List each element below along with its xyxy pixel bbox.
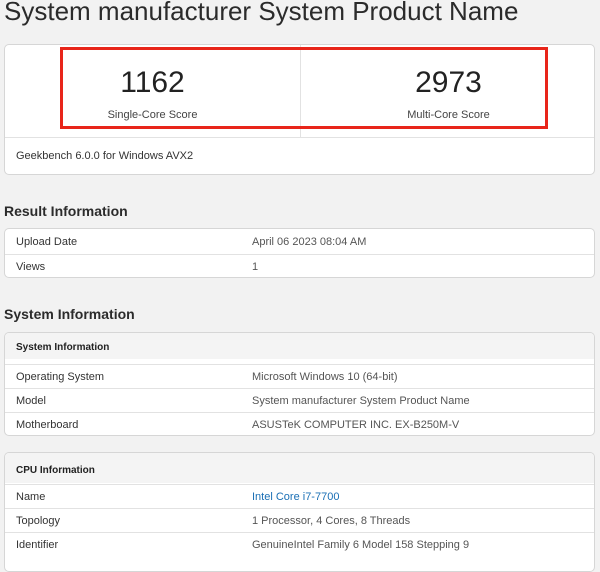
row-value: 1 Processor, 4 Cores, 8 Threads: [252, 515, 411, 527]
row-value: Microsoft Windows 10 (64-bit): [252, 371, 398, 383]
table-row: Upload Date April 06 2023 08:04 AM: [5, 230, 594, 254]
cpu-information-card: CPU Information Name Intel Core i7-7700 …: [4, 452, 595, 572]
benchmark-version: Geekbench 6.0.0 for Windows AVX2: [16, 150, 194, 162]
single-core-score-label: Single-Core Score: [107, 109, 198, 121]
system-information-heading: System Information: [4, 306, 135, 322]
system-information-subheader: System Information: [5, 333, 594, 359]
system-information-card: System Information Operating System Micr…: [4, 332, 595, 436]
multi-core-score: 2973 Multi-Core Score: [301, 45, 594, 137]
row-value: System manufacturer System Product Name: [252, 395, 470, 407]
row-value: 1: [252, 261, 259, 273]
single-core-score: 1162 Single-Core Score: [5, 45, 301, 137]
multi-core-score-label: Multi-Core Score: [407, 109, 490, 121]
row-value: April 06 2023 08:04 AM: [252, 236, 367, 248]
table-row: Identifier GenuineIntel Family 6 Model 1…: [5, 532, 594, 557]
page-title: System manufacturer System Product Name: [4, 0, 519, 26]
table-row: Views 1: [5, 254, 594, 277]
row-value: ASUSTeK COMPUTER INC. EX-B250M-V: [252, 419, 460, 431]
table-row: Name Intel Core i7-7700: [5, 484, 594, 509]
row-key: Name: [16, 491, 46, 503]
cpu-name-link[interactable]: Intel Core i7-7700: [252, 491, 339, 503]
row-key: Views: [16, 261, 46, 273]
table-row: Operating System Microsoft Windows 10 (6…: [5, 364, 594, 389]
row-key: Model: [16, 395, 46, 407]
row-key: Upload Date: [16, 236, 78, 248]
score-card: 1162 Single-Core Score 2973 Multi-Core S…: [4, 44, 595, 175]
score-row: 1162 Single-Core Score 2973 Multi-Core S…: [5, 45, 594, 138]
row-key: Operating System: [16, 371, 105, 383]
table-row: Motherboard ASUSTeK COMPUTER INC. EX-B25…: [5, 412, 594, 435]
row-key: Identifier: [16, 539, 59, 551]
result-information-heading: Result Information: [4, 203, 128, 219]
result-information-card: Upload Date April 06 2023 08:04 AM Views…: [4, 228, 595, 278]
multi-core-score-value: 2973: [415, 66, 482, 99]
table-row: Topology 1 Processor, 4 Cores, 8 Threads: [5, 508, 594, 533]
subheader-label: System Information: [16, 342, 110, 353]
row-key: Motherboard: [16, 419, 79, 431]
single-core-score-value: 1162: [120, 66, 185, 99]
cpu-information-subheader: CPU Information: [5, 453, 594, 483]
row-value: GenuineIntel Family 6 Model 158 Stepping…: [252, 539, 470, 551]
row-key: Topology: [16, 515, 61, 527]
table-row: Model System manufacturer System Product…: [5, 388, 594, 413]
subheader-label: CPU Information: [16, 465, 95, 476]
